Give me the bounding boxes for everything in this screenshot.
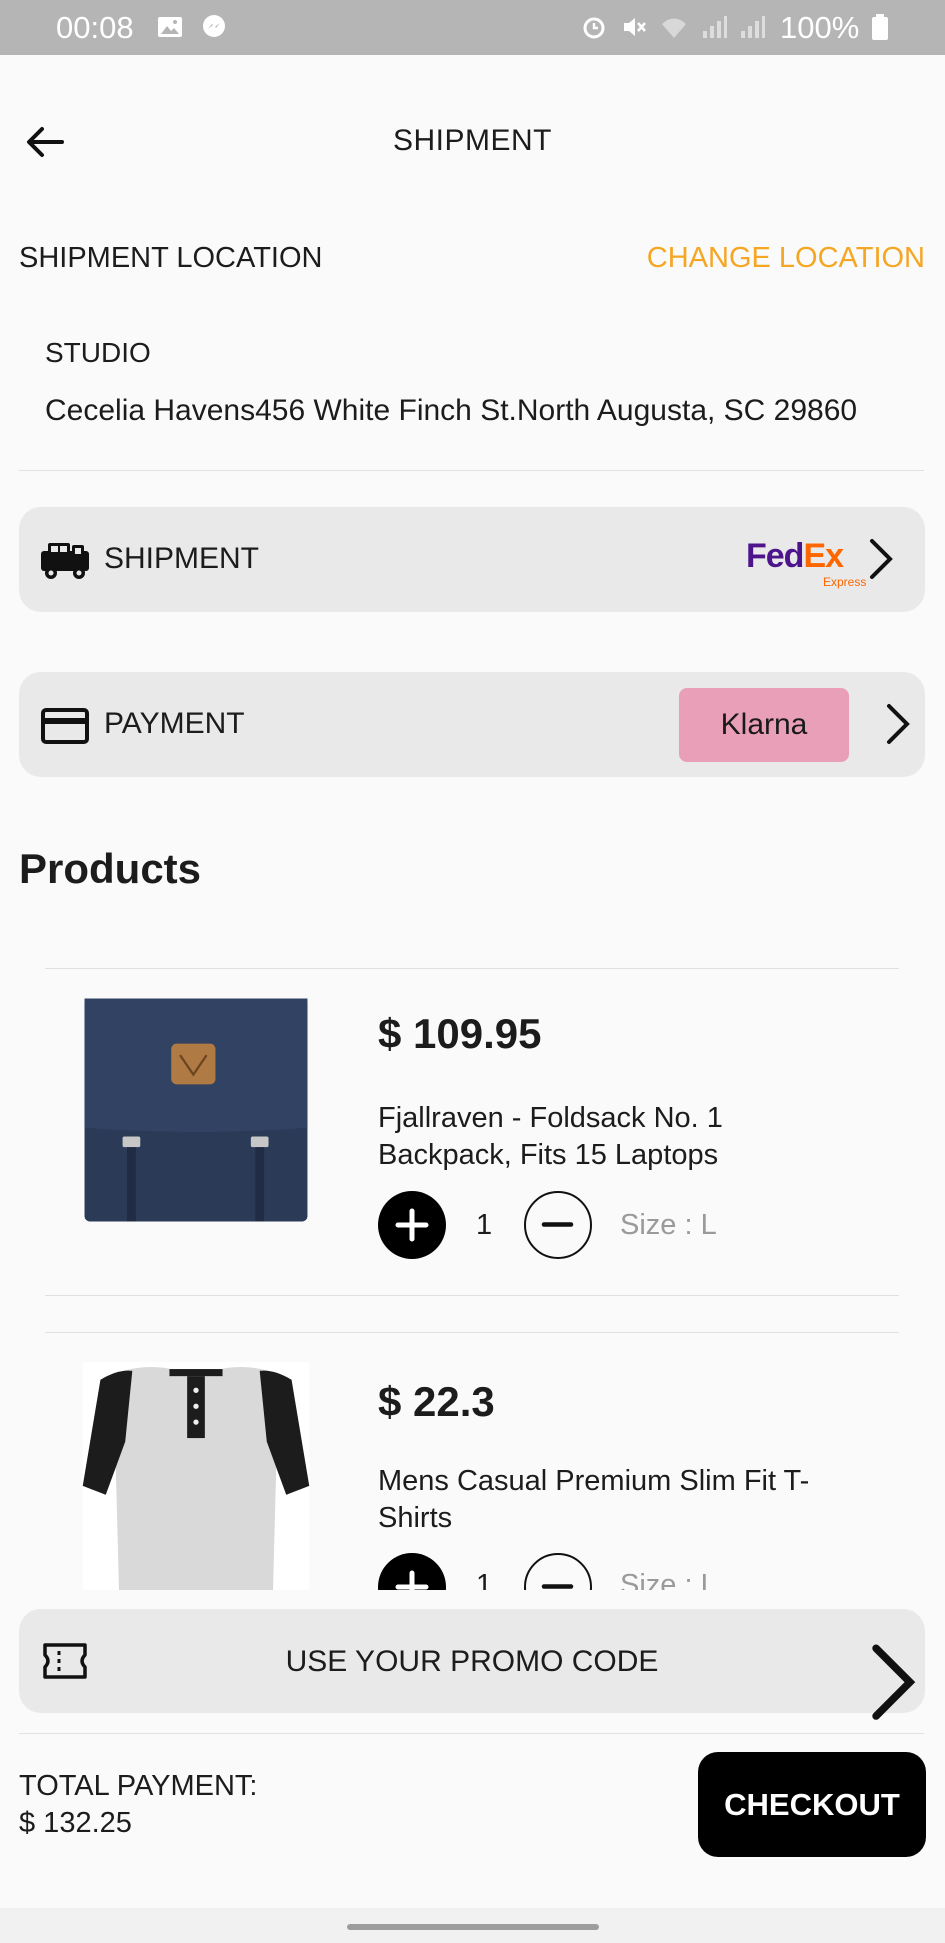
battery-percent: 100% <box>780 10 860 45</box>
home-indicator[interactable] <box>347 1924 599 1930</box>
chevron-right-icon[interactable] <box>864 535 898 583</box>
wifi-icon <box>662 18 686 38</box>
status-time: 00:08 <box>56 10 134 45</box>
quantity-value: 1 <box>476 1209 493 1241</box>
shipment-label: SHIPMENT <box>104 542 260 575</box>
products-title: Products <box>19 845 202 892</box>
divider <box>19 1733 924 1734</box>
signal-icon <box>741 16 765 38</box>
image-icon <box>158 17 182 37</box>
checkout-button[interactable]: CHECKOUT <box>698 1752 926 1857</box>
payment-card[interactable]: PAYMENT Klarna <box>19 672 925 777</box>
product-size: Size : L <box>620 1569 717 1590</box>
klarna-badge[interactable]: Klarna <box>679 688 849 762</box>
product-size: Size : L <box>620 1209 717 1241</box>
product-price: $ 22.3 <box>378 1378 495 1425</box>
plus-icon <box>395 1570 429 1590</box>
minus-icon <box>541 1222 574 1227</box>
total-payment-value: $ 132.25 <box>19 1807 132 1839</box>
fedex-logo-fed: Fed <box>746 537 804 575</box>
product-price: $ 109.95 <box>378 1010 542 1057</box>
messenger-icon <box>203 15 225 37</box>
quantity-minus-button[interactable] <box>524 1191 592 1259</box>
product-list-clip: $ 22.3 Mens Casual Premium Slim Fit T-Sh… <box>0 1350 945 1590</box>
address-line: Cecelia Havens456 White Finch St.North A… <box>45 394 858 427</box>
fedex-express-label: Express <box>823 575 867 589</box>
quantity-minus-button[interactable] <box>524 1553 592 1590</box>
change-location-link[interactable]: CHANGE LOCATION <box>647 242 925 275</box>
fedex-logo-ex: Ex <box>803 537 844 575</box>
plus-icon <box>395 1208 429 1242</box>
quantity-plus-button[interactable] <box>378 1553 446 1590</box>
mute-icon <box>624 18 646 36</box>
chevron-right-icon[interactable] <box>881 700 915 748</box>
battery-icon <box>872 14 888 40</box>
status-bar: 00:08 100% <box>0 0 945 55</box>
divider <box>19 470 924 471</box>
divider <box>45 1332 899 1333</box>
truck-icon <box>41 543 89 579</box>
alarm-icon <box>583 17 605 39</box>
backpack-image[interactable] <box>68 995 324 1225</box>
total-payment-label: TOTAL PAYMENT: <box>19 1770 258 1802</box>
address-name: STUDIO <box>45 337 151 368</box>
credit-card-icon <box>41 708 89 744</box>
product-name: Mens Casual Premium Slim Fit T-Shirts <box>378 1465 810 1534</box>
fedex-logo: FedEx Express <box>746 537 866 589</box>
shipment-card[interactable]: SHIPMENT FedEx Express <box>19 507 925 612</box>
page-title: SHIPMENT <box>392 124 552 157</box>
promo-code-label: USE YOUR PROMO CODE <box>285 1645 659 1678</box>
product-name: Fjallraven - Foldsack No. 1 Backpack, Fi… <box>378 1102 723 1171</box>
shipment-location-label: SHIPMENT LOCATION <box>19 242 323 274</box>
payment-label: PAYMENT <box>104 707 245 740</box>
signal-icon <box>703 16 727 38</box>
quantity-value: 1 <box>476 1569 493 1590</box>
minus-icon <box>541 1584 574 1589</box>
tshirt-image[interactable] <box>68 1362 324 1590</box>
divider <box>45 968 899 969</box>
promo-code-button[interactable]: USE YOUR PROMO CODE <box>19 1609 925 1720</box>
quantity-plus-button[interactable] <box>378 1191 446 1259</box>
divider <box>45 1295 899 1296</box>
chevron-right-icon[interactable] <box>861 1637 925 1727</box>
